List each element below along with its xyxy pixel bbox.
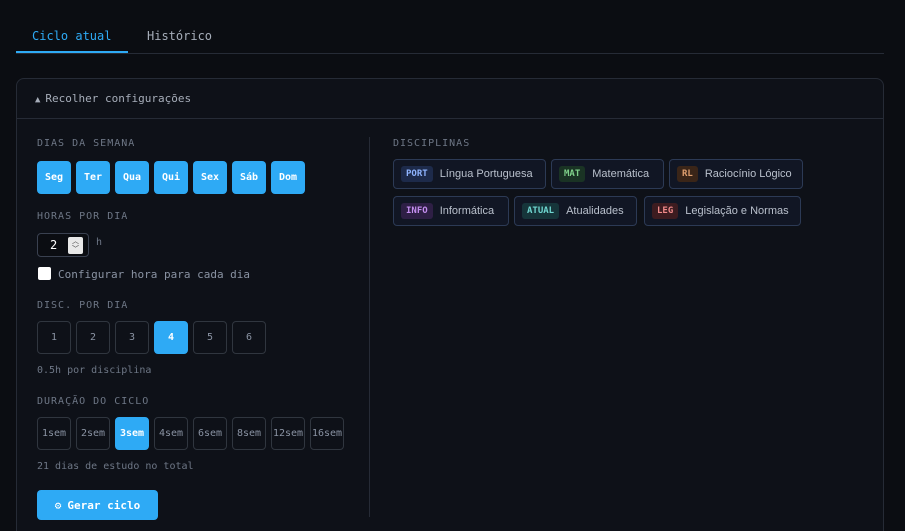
discipline-chip-mat[interactable]: MAT Matemática — [551, 159, 664, 189]
day-button-sex[interactable]: Sex — [193, 161, 227, 194]
collapse-label: Recolher configurações — [45, 92, 192, 105]
day-button-qui[interactable]: Qui — [154, 161, 188, 194]
triangle-up-icon: ▲ — [35, 95, 41, 105]
stepper-arrows-icon[interactable]: ︿ ﹀ — [68, 237, 83, 254]
day-button-dom[interactable]: Dom — [271, 161, 305, 194]
per-day-hours-label: Configurar hora para cada dia — [58, 268, 251, 281]
hours-stepper[interactable]: 2 ︿ ﹀ — [37, 233, 89, 257]
disc-option-5[interactable]: 5 — [193, 321, 227, 354]
discipline-code: MAT — [559, 166, 586, 182]
day-button-ter[interactable]: Ter — [76, 161, 110, 194]
duration-option-4sem[interactable]: 4sem — [154, 417, 188, 450]
generate-cycle-label: Gerar ciclo — [67, 498, 141, 512]
duration-option-2sem[interactable]: 2sem — [76, 417, 110, 450]
duration-option-16sem[interactable]: 16sem — [310, 417, 344, 450]
hours-label: HORAS POR DIA — [37, 211, 129, 222]
cycle-duration-label: DURAÇÃO DO CICLO — [37, 396, 150, 407]
days-label: DIAS DA SEMANA — [37, 138, 136, 149]
discipline-name: Língua Portuguesa — [439, 168, 533, 180]
disc-option-2[interactable]: 2 — [76, 321, 110, 354]
discipline-code: PORT — [401, 166, 433, 182]
discipline-chip-rl[interactable]: RL Raciocínio Lógico — [669, 159, 803, 189]
tab-ciclo-atual[interactable]: Ciclo atual — [16, 20, 128, 53]
hours-unit: h — [96, 237, 103, 248]
disc-option-1[interactable]: 1 — [37, 321, 71, 354]
discipline-code: LEG — [652, 203, 679, 219]
discipline-name: Matemática — [592, 168, 650, 180]
discipline-code: RL — [677, 166, 698, 182]
duration-option-3sem[interactable]: 3sem — [115, 417, 149, 450]
per-day-hours-checkbox[interactable] — [38, 267, 51, 280]
duration-option-8sem[interactable]: 8sem — [232, 417, 266, 450]
generate-cycle-button[interactable]: ⚙ Gerar ciclo — [37, 490, 158, 520]
discipline-code: INFO — [401, 203, 433, 219]
discipline-name: Legislação e Normas — [685, 205, 789, 217]
column-divider — [369, 137, 370, 517]
settings-panel: ▲ Recolher configurações DIAS DA SEMANA S… — [16, 78, 884, 531]
discipline-name: Informática — [439, 205, 495, 217]
discipline-chip-atual[interactable]: ATUAL Atualidades — [514, 196, 637, 226]
disc-option-3[interactable]: 3 — [115, 321, 149, 354]
disc-option-6[interactable]: 6 — [232, 321, 266, 354]
discipline-name: Atualidades — [566, 205, 624, 217]
hours-value: 2 — [50, 238, 58, 252]
discipline-chip-info[interactable]: INFO Informática — [393, 196, 509, 226]
tab-historico[interactable]: Histórico — [131, 20, 215, 53]
discipline-chip-leg[interactable]: LEG Legislação e Normas — [644, 196, 801, 226]
discipline-code: ATUAL — [522, 203, 560, 219]
discipline-name: Raciocínio Lógico — [704, 168, 792, 180]
duration-option-1sem[interactable]: 1sem — [37, 417, 71, 450]
cycle-duration-hint: 21 dias de estudo no total — [37, 461, 194, 472]
day-button-sab[interactable]: Sáb — [232, 161, 266, 194]
discipline-chip-port[interactable]: PORT Língua Portuguesa — [393, 159, 546, 189]
tab-bar: Ciclo atual Histórico — [16, 0, 884, 54]
gear-icon: ⚙ — [54, 498, 62, 512]
duration-option-12sem[interactable]: 12sem — [271, 417, 305, 450]
disciplines-label: DISCIPLINAS — [393, 138, 471, 149]
disc-per-day-hint: 0.5h por disciplina — [37, 365, 152, 376]
collapse-settings-toggle[interactable]: ▲ Recolher configurações — [17, 79, 883, 119]
day-button-seg[interactable]: Seg — [37, 161, 71, 194]
disc-per-day-label: DISC. POR DIA — [37, 300, 129, 311]
day-button-qua[interactable]: Qua — [115, 161, 149, 194]
duration-option-6sem[interactable]: 6sem — [193, 417, 227, 450]
disc-option-4[interactable]: 4 — [154, 321, 188, 354]
